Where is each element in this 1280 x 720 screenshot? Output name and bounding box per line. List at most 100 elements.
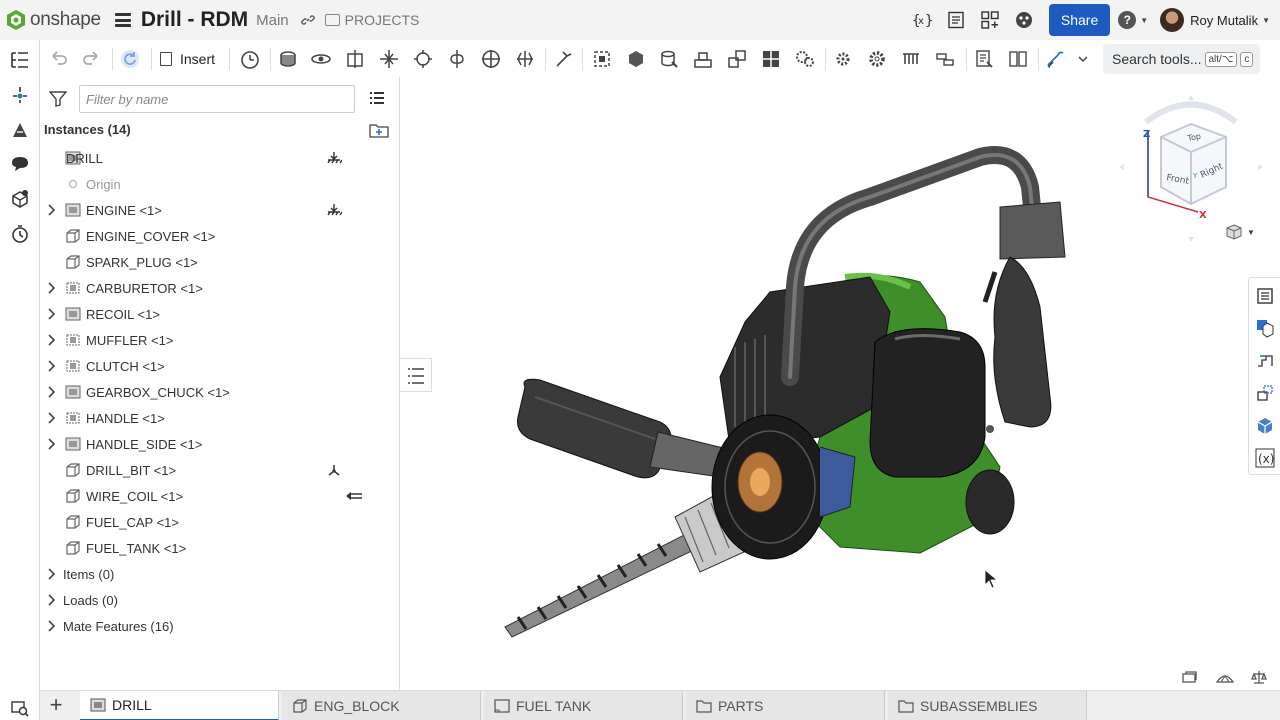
tree-row-clutch[interactable]: CLUTCH <1>	[40, 353, 400, 379]
regenerate-icon[interactable]	[119, 48, 141, 70]
tree-row-origin[interactable]: Origin	[40, 171, 400, 197]
tree-row-carburetor[interactable]: CARBURETOR <1>	[40, 275, 400, 301]
mate-connector-icon[interactable]	[10, 120, 30, 140]
search-tools-input[interactable]: Search tools... alt/⌥ c	[1103, 44, 1260, 74]
explode-icon[interactable]	[760, 48, 782, 70]
chevron-down-icon[interactable]	[1072, 48, 1088, 70]
exploded-views-icon[interactable]	[1255, 383, 1275, 403]
tree-row-spark-plug[interactable]: SPARK_PLUG <1>	[40, 249, 400, 275]
measure-icon[interactable]	[934, 48, 956, 70]
comments-icon[interactable]	[10, 154, 30, 174]
bom-icon[interactable]	[1007, 48, 1029, 70]
pin-slot-mate-icon[interactable]	[446, 48, 468, 70]
replicate-icon[interactable]	[625, 48, 647, 70]
new-folder-icon[interactable]	[369, 122, 389, 138]
branch-label[interactable]: Main	[256, 12, 289, 29]
chevron-right-icon[interactable]	[45, 282, 57, 294]
group-icon[interactable]	[591, 48, 613, 70]
linear-relation-icon[interactable]	[900, 48, 922, 70]
tree-row-engine-cover[interactable]: ENGINE_COVER <1>	[40, 223, 400, 249]
tree-row-drill-bit[interactable]: DRILL_BIT <1>	[40, 457, 400, 483]
rack-pinion-icon[interactable]	[832, 48, 854, 70]
tab-eng-block[interactable]: ENG_BLOCK	[282, 691, 481, 720]
cylindrical-mate-icon[interactable]	[412, 48, 434, 70]
ball-mate-icon[interactable]	[480, 48, 502, 70]
document-title[interactable]: Drill - RDM	[141, 8, 248, 32]
measure-tool-icon[interactable]	[1251, 669, 1267, 685]
custom-feature-icon[interactable]	[1045, 48, 1067, 70]
tab-drill[interactable]: DRILL	[80, 691, 279, 720]
variables-icon[interactable]: (x)	[1255, 448, 1275, 468]
collapse-panel-button[interactable]	[400, 358, 432, 392]
link-icon[interactable]	[300, 13, 315, 27]
filter-input[interactable]	[79, 85, 355, 113]
tree-row-drill[interactable]: DRILL	[40, 145, 400, 171]
onshape-logo[interactable]: onshape	[6, 9, 101, 31]
fastened-mate-icon[interactable]	[277, 48, 299, 70]
help-menu[interactable]: ? ▼	[1118, 11, 1148, 29]
add-tab-button[interactable]: +	[40, 691, 72, 720]
slider-mate-icon[interactable]	[344, 48, 366, 70]
chevron-right-icon[interactable]	[45, 204, 57, 216]
app-store-icon[interactable]	[979, 9, 1001, 31]
appearance-icon[interactable]	[1255, 318, 1275, 338]
chevron-right-icon[interactable]	[45, 334, 57, 346]
linear-pattern-icon[interactable]	[692, 48, 714, 70]
tab-subassemblies[interactable]: SUBASSEMBLIES	[888, 691, 1087, 720]
mate-connector-tool-icon[interactable]	[658, 48, 680, 70]
view-options-menu[interactable]: ▼	[1225, 223, 1259, 241]
tree-row-muffler[interactable]: MUFFLER <1>	[40, 327, 400, 353]
chevron-right-icon[interactable]	[45, 594, 57, 606]
mass-properties-icon[interactable]	[1255, 351, 1275, 371]
user-menu[interactable]: Roy Mutalik ▼	[1160, 8, 1270, 32]
parts-icon[interactable]	[10, 189, 30, 209]
gear-relation-icon[interactable]	[794, 48, 816, 70]
3d-viewport[interactable]: Top Front Right Z X Y ▼	[400, 77, 1280, 690]
chevron-right-icon[interactable]	[45, 308, 57, 320]
search-view-icon[interactable]	[10, 698, 30, 718]
filter-icon[interactable]	[49, 91, 67, 107]
tree-row-fuel-cap[interactable]: FUEL_CAP <1>	[40, 509, 400, 535]
timer-icon[interactable]	[239, 48, 261, 70]
parallel-mate-icon[interactable]	[514, 48, 536, 70]
chevron-right-icon[interactable]	[45, 412, 57, 424]
undo-icon[interactable]	[47, 48, 69, 70]
tree-row-handle[interactable]: HANDLE <1>	[40, 405, 400, 431]
properties-icon[interactable]	[1255, 286, 1275, 306]
insert-button[interactable]: Insert	[160, 48, 215, 70]
tree-section-mate-features[interactable]: Mate Features (16)	[40, 613, 400, 639]
circular-pattern-icon[interactable]	[726, 48, 748, 70]
tree-row-handle-side[interactable]: HANDLE_SIDE <1>	[40, 431, 400, 457]
tree-row-recoil[interactable]: RECOIL <1>	[40, 301, 400, 327]
chevron-right-icon[interactable]	[45, 620, 57, 632]
tree-row-gearbox-chuck[interactable]: GEARBOX_CHUCK <1>	[40, 379, 400, 405]
feature-list-icon[interactable]	[10, 50, 30, 70]
tab-fuel-tank[interactable]: FUEL TANK	[484, 691, 683, 720]
tree-section-items[interactable]: Items (0)	[40, 561, 400, 587]
menu-icon[interactable]	[114, 13, 131, 27]
variable-studio-icon[interactable]: {x}	[911, 9, 933, 31]
tangent-mate-icon[interactable]	[553, 48, 575, 70]
tree-row-fuel-tank[interactable]: FUEL_TANK <1>	[40, 535, 400, 561]
chevron-right-icon[interactable]	[45, 360, 57, 372]
redo-icon[interactable]	[81, 48, 103, 70]
chevron-right-icon[interactable]	[45, 386, 57, 398]
list-view-icon[interactable]	[369, 91, 385, 105]
tree-section-loads[interactable]: Loads (0)	[40, 587, 400, 613]
mate-display-icon[interactable]	[1181, 670, 1199, 684]
planar-mate-icon[interactable]	[378, 48, 400, 70]
tree-row-wire-coil[interactable]: WIRE_COIL <1>	[40, 483, 400, 509]
view-cube[interactable]: Top Front Right Z X Y	[1116, 92, 1266, 242]
instance-list-icon[interactable]	[10, 85, 30, 105]
tree-row-engine[interactable]: ENGINE <1>	[40, 197, 400, 223]
screw-relation-icon[interactable]	[866, 48, 888, 70]
section-plane-icon[interactable]	[1215, 670, 1235, 684]
named-positions-icon[interactable]	[1255, 416, 1275, 436]
projects-link[interactable]: PROJECTS	[324, 12, 419, 28]
release-icon[interactable]	[945, 9, 967, 31]
chevron-right-icon[interactable]	[45, 568, 57, 580]
section-view-icon[interactable]	[973, 48, 995, 70]
learning-center-icon[interactable]	[1013, 9, 1035, 31]
history-icon[interactable]	[10, 224, 30, 244]
chevron-right-icon[interactable]	[45, 438, 57, 450]
